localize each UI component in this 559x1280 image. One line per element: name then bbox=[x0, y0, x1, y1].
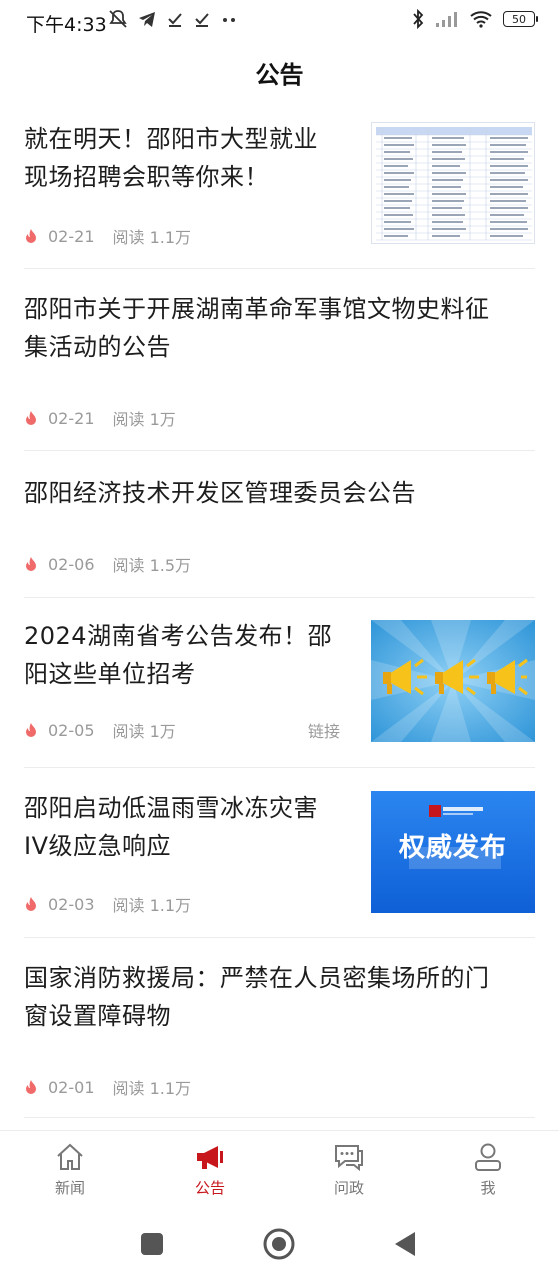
list-item[interactable]: 国家消防救援局：严禁在人员密集场所的门 窗设置障碍物 02-01 阅读 1.1万 bbox=[24, 937, 535, 1118]
table-image bbox=[372, 123, 534, 243]
system-nav-bar bbox=[0, 1210, 559, 1280]
item-thumbnail-authority-release[interactable]: 权威发布 bbox=[371, 791, 535, 913]
list-item[interactable]: 2024湖南省考公告发布！邵 阳这些单位招考 02-05 阅读 1万 链接 bbox=[24, 597, 535, 768]
status-time: 下午4:33 bbox=[26, 14, 107, 36]
item-title[interactable]: 邵阳经济技术开发区管理委员会公告 bbox=[24, 474, 535, 512]
thumb-headline: 权威发布 bbox=[398, 833, 507, 863]
flame-icon bbox=[26, 897, 36, 911]
nav-label-inquiry: 问政 bbox=[333, 1179, 364, 1197]
flame-icon bbox=[26, 723, 36, 737]
item-meta: 02-21 阅读 1.1万 bbox=[24, 224, 191, 248]
flame-icon bbox=[26, 229, 36, 243]
nav-item-news[interactable]: 新闻 bbox=[35, 1131, 105, 1198]
list-item[interactable]: 邵阳经济技术开发区管理委员会公告 02-06 阅读 1.5万 bbox=[24, 450, 535, 598]
megaphone-icon bbox=[197, 1146, 223, 1169]
user-icon bbox=[475, 1143, 501, 1171]
list-item[interactable]: 邵阳启动低温雨雪冰冻灾害 IV级应急响应 02-03 阅读 1.1万 权威发布 bbox=[24, 767, 535, 938]
item-date: 02-21 bbox=[48, 408, 95, 428]
check-icon bbox=[168, 13, 182, 27]
item-title[interactable]: 2024湖南省考公告发布！邵 阳这些单位招考 bbox=[24, 617, 354, 693]
item-reads: 阅读 1.1万 bbox=[112, 1079, 192, 1098]
list-item[interactable]: 邵阳市关于开展湖南革命军事馆文物史料征 集活动的公告 02-21 阅读 1万 bbox=[24, 268, 535, 451]
recent-apps-icon[interactable] bbox=[140, 1232, 164, 1256]
page-title: 公告 bbox=[255, 61, 304, 89]
item-date: 02-03 bbox=[48, 894, 95, 914]
home-circle-icon[interactable] bbox=[263, 1228, 295, 1260]
item-date: 02-21 bbox=[48, 226, 95, 246]
flame-icon bbox=[26, 1080, 36, 1094]
megaphones-image bbox=[371, 620, 535, 742]
item-thumbnail-megaphones[interactable] bbox=[371, 620, 535, 742]
nav-label-news: 新闻 bbox=[54, 1179, 85, 1197]
item-reads: 阅读 1万 bbox=[112, 722, 176, 741]
home-icon bbox=[57, 1143, 83, 1170]
item-date: 02-06 bbox=[48, 554, 95, 574]
status-system-icons: 50 bbox=[411, 9, 538, 29]
nav-label-announcements: 公告 bbox=[194, 1179, 225, 1197]
nav-item-announcements[interactable]: 公告 bbox=[175, 1131, 245, 1198]
chat-icon bbox=[335, 1145, 363, 1172]
item-meta: 02-03 阅读 1.1万 bbox=[24, 892, 191, 916]
nav-item-me[interactable]: 我 bbox=[453, 1131, 523, 1198]
link-tag: 链接 bbox=[308, 722, 341, 741]
nav-label-me: 我 bbox=[480, 1179, 496, 1197]
item-reads: 阅读 1.5万 bbox=[112, 556, 192, 575]
more-dots-icon bbox=[223, 18, 235, 22]
item-meta: 02-21 阅读 1万 bbox=[24, 406, 176, 430]
back-icon[interactable] bbox=[393, 1230, 417, 1258]
item-title[interactable]: 就在明天！邵阳市大型就业 现场招聘会职等你来！ bbox=[24, 120, 354, 196]
list-item[interactable]: 就在明天！邵阳市大型就业 现场招聘会职等你来！ 02-21 阅读 1.1万 bbox=[24, 100, 535, 269]
signal-icon bbox=[436, 12, 457, 27]
item-reads: 阅读 1万 bbox=[112, 410, 176, 429]
item-thumbnail-table[interactable] bbox=[371, 122, 535, 244]
battery-icon: 50 bbox=[503, 11, 538, 27]
item-meta: 02-06 阅读 1.5万 bbox=[24, 552, 191, 576]
item-reads: 阅读 1.1万 bbox=[112, 228, 192, 247]
status-notification-icons bbox=[108, 9, 238, 29]
bell-off-icon bbox=[109, 10, 127, 28]
item-title[interactable]: 国家消防救援局：严禁在人员密集场所的门 窗设置障碍物 bbox=[24, 959, 535, 1035]
item-date: 02-01 bbox=[48, 1077, 95, 1097]
bluetooth-icon bbox=[413, 9, 424, 29]
item-meta: 02-01 阅读 1.1万 bbox=[24, 1075, 191, 1099]
item-meta: 02-05 阅读 1万 bbox=[24, 718, 176, 742]
wifi-icon bbox=[470, 11, 492, 28]
telegram-icon bbox=[139, 12, 155, 27]
bottom-nav: 新闻 公告 问政 我 bbox=[0, 1130, 559, 1211]
item-date: 02-05 bbox=[48, 720, 95, 740]
status-bar: 下午4:33 50 bbox=[0, 0, 559, 44]
check-icon bbox=[195, 13, 209, 27]
flame-icon bbox=[26, 411, 36, 425]
item-title[interactable]: 邵阳市关于开展湖南革命军事馆文物史料征 集活动的公告 bbox=[24, 290, 535, 366]
item-reads: 阅读 1.1万 bbox=[112, 896, 192, 915]
nav-item-inquiry[interactable]: 问政 bbox=[314, 1131, 384, 1198]
item-title[interactable]: 邵阳启动低温雨雪冰冻灾害 IV级应急响应 bbox=[24, 789, 354, 865]
flame-icon bbox=[26, 557, 36, 571]
